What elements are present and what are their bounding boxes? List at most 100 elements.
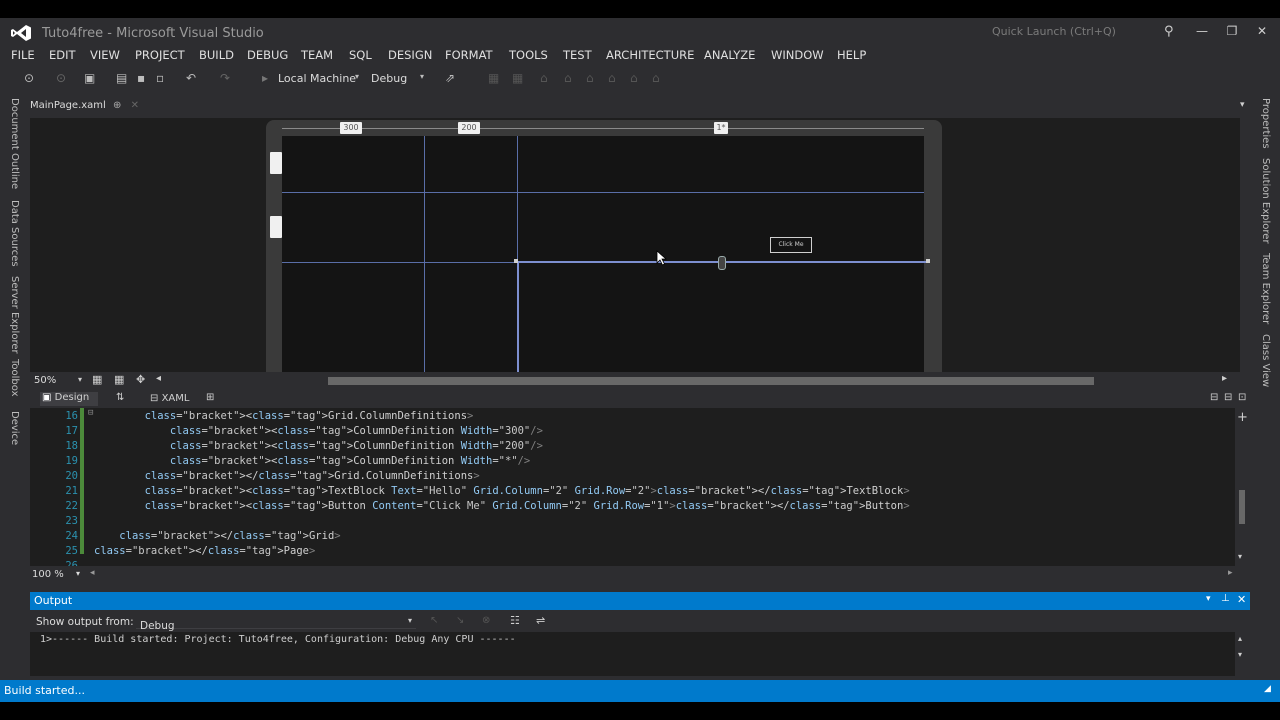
- menu-view[interactable]: VIEW: [90, 48, 120, 62]
- undo-icon[interactable]: ↶: [186, 71, 196, 85]
- redo-icon[interactable]: ↷: [220, 71, 230, 85]
- resize-handle[interactable]: [926, 259, 930, 263]
- menu-team[interactable]: TEAM: [301, 48, 333, 62]
- split-horizontal-icon[interactable]: ⊟: [1210, 392, 1218, 403]
- toolbar-icon[interactable]: ▦: [488, 71, 499, 85]
- click-me-button-preview[interactable]: Click Me: [770, 237, 812, 253]
- bookmark-icon[interactable]: ⌂: [586, 71, 594, 85]
- code-line[interactable]: class="bracket"><class="tag">TextBlock T…: [94, 485, 910, 497]
- snap-lines-icon[interactable]: ✥: [136, 373, 145, 386]
- configuration-select[interactable]: Debug: [371, 72, 407, 85]
- back-icon[interactable]: ⊙: [24, 71, 34, 85]
- collapse-pane-icon[interactable]: ⊡: [1238, 392, 1246, 403]
- properties-tab[interactable]: Properties: [1260, 98, 1271, 149]
- expand-pane-icon[interactable]: ⊞: [206, 392, 214, 403]
- device-tab[interactable]: Device: [9, 411, 20, 445]
- bookmark-icon[interactable]: ⌂: [608, 71, 616, 85]
- bookmark-icon[interactable]: ⌂: [564, 71, 572, 85]
- forward-icon[interactable]: ⊙: [56, 71, 66, 85]
- resize-handle[interactable]: [514, 259, 518, 263]
- scroll-down-icon[interactable]: ▾: [1238, 650, 1242, 659]
- code-line[interactable]: class="bracket"><class="tag">Grid.Column…: [94, 410, 474, 422]
- pin-icon[interactable]: ⊥: [1221, 593, 1230, 604]
- close-icon[interactable]: ✕: [1252, 24, 1272, 40]
- bookmark-icon[interactable]: ⌂: [652, 71, 660, 85]
- collapse-region-icon[interactable]: ⊟: [88, 408, 93, 418]
- scroll-right-icon[interactable]: ▸: [1228, 568, 1233, 578]
- toolbar-icon[interactable]: ▦: [512, 71, 523, 85]
- xaml-code-editor[interactable]: 16 class="bracket"><class="tag">Grid.Col…: [30, 408, 1235, 566]
- code-line[interactable]: class="bracket"><class="tag">ColumnDefin…: [94, 455, 530, 467]
- pin-icon[interactable]: ⊕: [113, 100, 121, 111]
- menu-architecture[interactable]: ARCHITECTURE: [606, 48, 694, 62]
- bookmark-icon[interactable]: ⌂: [540, 71, 548, 85]
- scroll-up-icon[interactable]: ▴: [1238, 634, 1242, 643]
- menu-window[interactable]: WINDOW: [771, 48, 824, 62]
- snap-icon[interactable]: ▦: [114, 373, 124, 386]
- vertical-scrollbar-thumb[interactable]: [1239, 490, 1245, 524]
- document-tab[interactable]: MainPage.xaml ⊕ ✕: [30, 100, 139, 116]
- class-view-tab[interactable]: Class View: [1260, 334, 1271, 387]
- clear-all-icon[interactable]: ☷: [510, 614, 520, 627]
- code-line[interactable]: class="bracket"><class="tag">ColumnDefin…: [94, 440, 543, 452]
- menu-build[interactable]: BUILD: [199, 48, 234, 62]
- quick-launch-input[interactable]: Quick Launch (Ctrl+Q): [992, 25, 1152, 41]
- chevron-down-icon[interactable]: ▾: [1240, 100, 1245, 110]
- solution-explorer-tab[interactable]: Solution Explorer: [1260, 158, 1271, 244]
- menu-test[interactable]: TEST: [563, 48, 592, 62]
- scroll-right-icon[interactable]: ▸: [1222, 373, 1227, 384]
- xaml-tab[interactable]: ⊟ XAML: [150, 393, 189, 404]
- data-sources-tab[interactable]: Data Sources: [9, 200, 20, 267]
- menu-help[interactable]: HELP: [837, 48, 866, 62]
- code-line[interactable]: class="bracket"></class="tag">Grid.Colum…: [94, 470, 480, 482]
- column-size-label[interactable]: 1*: [714, 122, 728, 134]
- code-line[interactable]: class="bracket"><class="tag">ColumnDefin…: [94, 425, 543, 437]
- resize-handle[interactable]: [718, 256, 726, 270]
- minimize-icon[interactable]: —: [1192, 24, 1212, 40]
- column-size-label[interactable]: 300: [340, 122, 362, 134]
- menu-sql[interactable]: SQL: [349, 48, 372, 62]
- document-outline-tab[interactable]: Document Outline: [9, 98, 20, 189]
- open-file-icon[interactable]: ▤: [116, 71, 127, 85]
- find-icon[interactable]: ⊗: [482, 615, 490, 626]
- page-canvas[interactable]: Click Me: [282, 136, 930, 372]
- chevron-down-icon[interactable]: ▾: [355, 72, 359, 81]
- go-to-previous-icon[interactable]: ↖: [430, 615, 438, 626]
- menu-project[interactable]: PROJECT: [135, 48, 185, 62]
- code-line[interactable]: class="bracket"><class="tag">Button Cont…: [94, 500, 910, 512]
- menu-edit[interactable]: EDIT: [49, 48, 76, 62]
- add-icon[interactable]: +: [1237, 410, 1248, 425]
- menu-file[interactable]: FILE: [11, 48, 35, 62]
- xaml-designer[interactable]: Click Me 300 200 1*: [30, 118, 1240, 372]
- scroll-left-icon[interactable]: ◂: [156, 373, 161, 384]
- chevron-down-icon[interactable]: ▾: [420, 72, 424, 81]
- output-text-area[interactable]: 1>------ Build started: Project: Tuto4fr…: [30, 632, 1235, 676]
- word-wrap-icon[interactable]: ⇌: [536, 614, 545, 627]
- search-icon[interactable]: ⚲: [1164, 24, 1174, 39]
- close-icon[interactable]: ✕: [1237, 593, 1246, 606]
- editor-vertical-scrollbar[interactable]: + ▾: [1235, 408, 1250, 566]
- row-size-label[interactable]: [270, 216, 282, 238]
- row-size-label[interactable]: [270, 152, 282, 174]
- new-project-icon[interactable]: ▣: [84, 71, 95, 85]
- split-vertical-icon[interactable]: ⊟: [1224, 392, 1232, 403]
- menu-analyze[interactable]: ANALYZE: [704, 48, 755, 62]
- chevron-down-icon[interactable]: ▾: [76, 569, 80, 578]
- column-size-label[interactable]: 200: [458, 122, 480, 134]
- go-to-next-icon[interactable]: ↘: [456, 615, 464, 626]
- output-scrollbar[interactable]: ▴ ▾: [1235, 632, 1250, 676]
- debug-target-select[interactable]: Local Machine: [278, 72, 356, 85]
- scroll-left-icon[interactable]: ◂: [90, 568, 95, 578]
- resize-grip-icon[interactable]: ◢: [1264, 684, 1271, 694]
- save-all-icon[interactable]: ▫: [156, 71, 164, 85]
- menu-design[interactable]: DESIGN: [388, 48, 432, 62]
- restore-icon[interactable]: ❐: [1222, 24, 1242, 40]
- scroll-down-icon[interactable]: ▾: [1238, 552, 1242, 561]
- bookmark-icon[interactable]: ⌂: [630, 71, 638, 85]
- server-explorer-tab[interactable]: Server Explorer: [9, 276, 20, 354]
- chevron-down-icon[interactable]: ▾: [78, 375, 82, 384]
- show-output-select[interactable]: Debug ▾: [136, 614, 416, 632]
- save-icon[interactable]: ▪: [137, 71, 145, 85]
- menu-debug[interactable]: DEBUG: [247, 48, 288, 62]
- attach-icon[interactable]: ⇗: [445, 71, 455, 85]
